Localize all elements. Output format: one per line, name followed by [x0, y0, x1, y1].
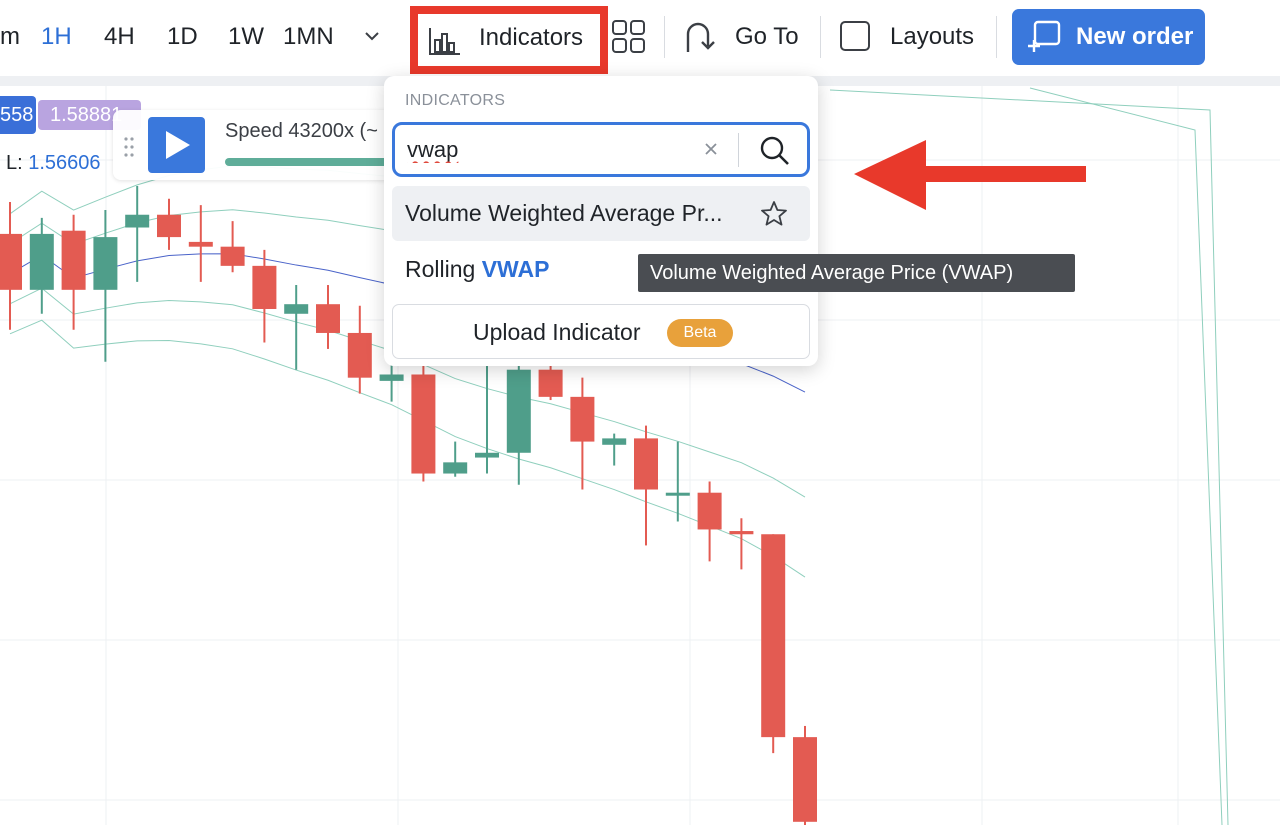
chevron-down-icon[interactable] — [362, 26, 382, 46]
timeframe-4h[interactable]: 4H — [104, 22, 135, 52]
indicator-result-label: Volume Weighted Average Pr... — [405, 200, 723, 226]
candle-body — [316, 304, 340, 333]
low-prefix: L: — [6, 152, 23, 174]
go-to-label: Go To — [735, 23, 799, 50]
clear-icon[interactable] — [701, 139, 721, 159]
indicator-search-input[interactable] — [407, 135, 697, 165]
candle-body — [29, 233, 54, 290]
timeframe-1w[interactable]: 1W — [228, 22, 264, 52]
candle-body — [634, 438, 658, 490]
beta-badge: Beta — [667, 319, 733, 347]
candle-body — [93, 237, 118, 290]
candle-body — [697, 492, 722, 530]
red-arrow-annotation — [854, 140, 1086, 210]
indicator-result-vwap[interactable]: Volume Weighted Average Pr... — [392, 186, 810, 241]
play-button[interactable] — [148, 117, 205, 173]
indicators-label: Indicators — [479, 24, 584, 51]
timeframe-minutes[interactable]: m — [0, 22, 20, 52]
result-prefix: Rolling — [405, 256, 482, 282]
candle-body — [284, 304, 309, 314]
go-to-arrow-icon — [686, 22, 715, 52]
dropdown-header: INDICATORS — [405, 92, 506, 109]
price-tag-blue-value: 558 — [0, 104, 34, 126]
candle-body — [538, 369, 563, 397]
low-price-label: L: 1.56606 — [6, 150, 101, 176]
candle-body — [729, 531, 754, 535]
replay-speed[interactable]: Speed 43200x (~ — [225, 119, 378, 143]
upload-indicator-button[interactable]: Upload Indicator Beta — [392, 304, 810, 359]
candle-body — [570, 396, 595, 442]
candle-body — [443, 462, 468, 474]
layouts-label: Layouts — [890, 23, 975, 50]
candle-body — [188, 241, 213, 247]
candle-body — [793, 737, 817, 822]
candle-body — [157, 214, 181, 238]
indicators-dropdown: INDICATORS Volume Weighted Average Pr...… — [384, 76, 818, 366]
toolbar-divider — [820, 16, 821, 58]
candle-body — [347, 332, 372, 378]
candle-body — [252, 265, 277, 309]
candle-body — [602, 438, 627, 445]
candle-body — [0, 233, 22, 290]
grid-layout-icon[interactable] — [612, 20, 646, 54]
candle-body — [411, 374, 436, 474]
price-tag-blue: 558 — [0, 96, 36, 134]
layouts-square-icon — [840, 21, 870, 51]
search-icon[interactable] — [757, 133, 793, 169]
replay-speed-slider[interactable] — [225, 158, 395, 166]
candle-body — [379, 374, 404, 381]
timeframe-1h[interactable]: 1H — [41, 22, 72, 52]
drag-handle-icon[interactable] — [123, 136, 135, 158]
top-toolbar: m 1H 4H 1D 1W 1MN Indicators Go To Layou… — [0, 0, 1280, 76]
new-order-button[interactable]: New order — [1012, 9, 1205, 65]
replay-controls: Speed 43200x (~ — [113, 110, 403, 180]
indicator-tooltip: Volume Weighted Average Price (VWAP) — [638, 254, 1075, 292]
candle-body — [475, 452, 499, 458]
candle-body — [506, 369, 531, 453]
indicator-result-label: Rolling VWAP — [405, 255, 549, 283]
star-favorite-icon[interactable] — [760, 200, 788, 228]
new-order-icon — [1028, 20, 1061, 52]
go-to-button[interactable]: Go To — [680, 14, 810, 60]
candle-body — [665, 492, 690, 496]
candle-body — [761, 534, 786, 738]
bar-chart-icon — [429, 28, 460, 55]
search-divider — [738, 133, 739, 167]
indicators-button[interactable]: Indicators — [410, 6, 608, 74]
candle-body — [61, 230, 86, 290]
layouts-button[interactable]: Layouts — [836, 14, 986, 60]
low-value: 1.56606 — [28, 152, 101, 174]
play-icon — [166, 131, 190, 159]
timeframe-1mn[interactable]: 1MN — [283, 22, 334, 52]
result-highlight: VWAP — [481, 256, 550, 282]
toolbar-divider — [664, 16, 665, 58]
toolbar-divider — [996, 16, 997, 58]
upload-indicator-label: Upload Indicator — [473, 319, 641, 345]
indicator-search-box — [392, 122, 810, 177]
candle-body — [125, 214, 150, 228]
new-order-label: New order — [1076, 23, 1194, 50]
timeframe-1d[interactable]: 1D — [167, 22, 198, 52]
candle-body — [220, 246, 245, 266]
